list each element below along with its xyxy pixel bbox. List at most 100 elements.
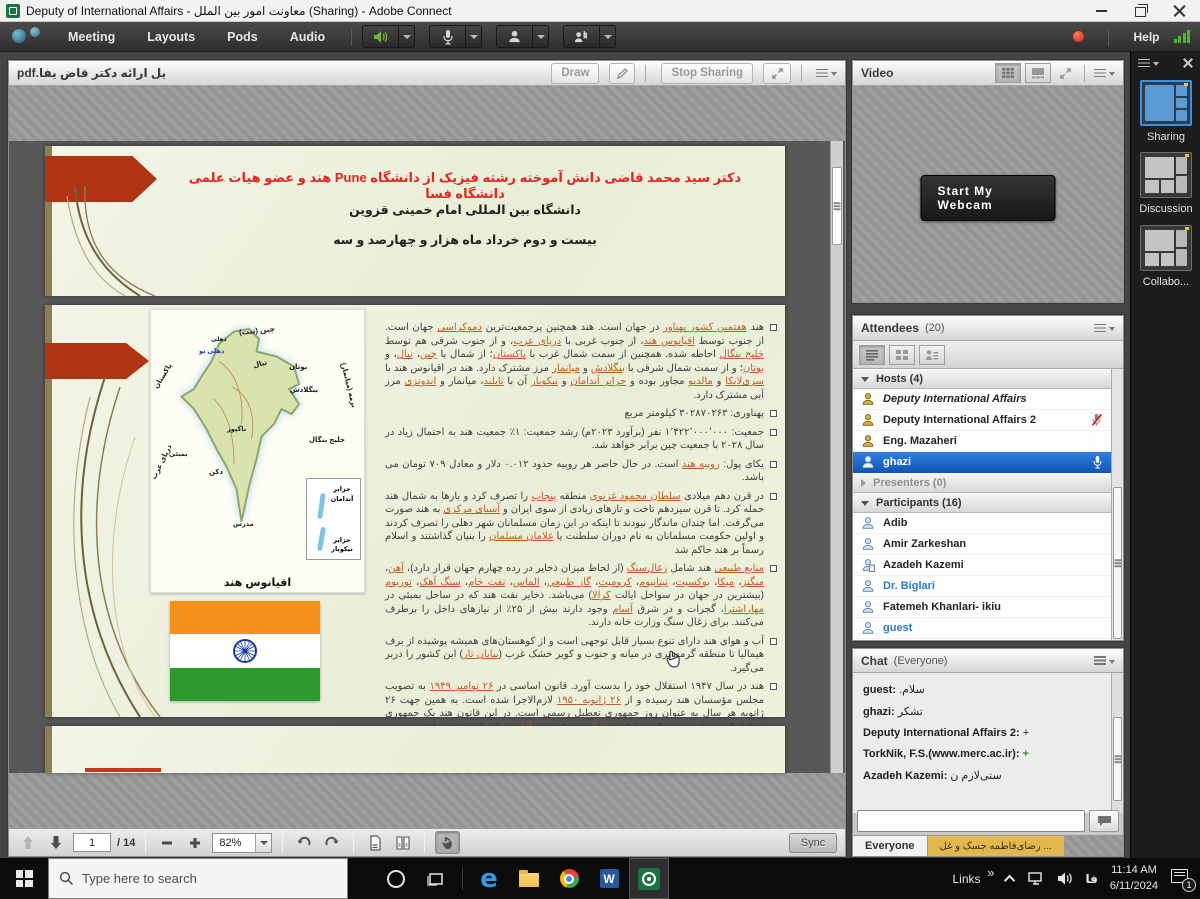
layout-bar-menu[interactable] [1138,60,1159,66]
raise-hand-button[interactable] [563,25,600,48]
adobe-connect-taskbar-icon[interactable] [629,858,669,899]
previous-page-button[interactable] [17,832,39,854]
menu-pods[interactable]: Pods [211,22,274,52]
microphone-button[interactable] [429,25,466,48]
video-fullscreen-button[interactable] [1055,67,1075,80]
chat-tab-private[interactable]: ... رضای‌فاطمه جسک و غل [928,836,1065,856]
layout-item-collaboration[interactable]: Collabo... [1131,225,1200,288]
edge-taskbar-icon[interactable]: e [469,858,509,899]
attendee-row[interactable]: Deputy International Affairs [853,389,1111,410]
taskbar-search[interactable]: Type here to search [48,858,348,899]
viewer-scrollbar[interactable] [830,141,843,773]
file-explorer-taskbar-icon[interactable] [509,858,549,899]
chat-scrollbar[interactable] [1111,673,1123,813]
close-button[interactable] [1173,4,1186,17]
attendee-row[interactable]: Fatemeh Khanlari- ikiu [853,597,1111,618]
minimize-button[interactable] [1095,4,1108,17]
raise-hand-dropdown[interactable] [600,25,616,48]
attendee-row[interactable]: Amir Zarkeshan [853,534,1111,555]
filmstrip-view-toggle[interactable] [1025,63,1051,83]
webcam-dropdown[interactable] [533,25,549,48]
chat-input[interactable] [857,810,1085,832]
links-toolbar[interactable]: Links [952,872,994,886]
cortana-button[interactable] [376,858,416,899]
viewer-scrollbar-thumb[interactable] [832,167,842,245]
single-page-view-button[interactable] [364,832,386,854]
attendee-row[interactable]: ghazi [853,452,1111,473]
help-menu[interactable]: Help [1133,30,1159,44]
attendee-breakout-view-button[interactable] [889,345,915,365]
layout-item-discussion[interactable]: Discussion [1131,152,1200,215]
adobe-connect-app-icon [6,4,20,18]
search-icon [59,871,74,886]
speaker-dropdown[interactable] [399,25,415,48]
network-icon[interactable] [1027,871,1045,886]
attendee-row[interactable]: Adib [853,513,1111,534]
mic-muted-icon [1090,413,1103,427]
grid-view-toggle[interactable] [995,63,1021,83]
start-button[interactable] [0,858,48,899]
speaker-button[interactable] [362,25,399,48]
word-taskbar-icon[interactable]: W [589,858,629,899]
zoom-dropdown-arrow[interactable] [255,834,271,852]
zoom-in-button[interactable] [184,832,206,854]
chat-pod-header: Chat (Everyone) [853,649,1123,673]
layout-thumbnail-collaboration[interactable] [1140,225,1192,271]
sync-button[interactable]: Sync [789,833,837,853]
rotate-left-button[interactable] [293,832,315,854]
language-indicator[interactable]: فا [1086,872,1098,886]
zoom-out-button[interactable] [156,832,178,854]
connection-status-icon[interactable] [1174,30,1191,43]
menu-audio[interactable]: Audio [274,22,341,52]
microphone-dropdown[interactable] [466,25,482,48]
task-view-button[interactable] [416,858,456,899]
start-webcam-button[interactable]: Start My Webcam [921,175,1056,221]
two-page-view-button[interactable] [392,832,414,854]
stop-sharing-button[interactable]: Stop Sharing [661,63,753,84]
chat-scrollbar-thumb[interactable] [1113,717,1122,801]
layout-thumbnail-discussion[interactable] [1140,152,1192,198]
attendee-row[interactable]: Dr. Biglari [853,576,1111,597]
chat-pod-title: Chat [861,654,888,668]
attendee-row[interactable]: Eng. Mazaheri [853,431,1111,452]
pointer-tool-button[interactable] [609,63,635,84]
layout-item-sharing[interactable]: Sharing [1131,80,1200,143]
draw-button[interactable]: Draw [551,63,599,84]
layout-bar-close-icon[interactable] [1183,58,1193,68]
webcam-button[interactable] [496,25,533,48]
attendees-pod-menu[interactable] [1094,325,1115,331]
attendee-group-header[interactable]: Presenters (0) [853,473,1111,493]
zoom-level-select[interactable]: 82% [212,833,272,853]
chat-send-button[interactable] [1089,810,1119,832]
attendee-list-view-button[interactable] [859,345,885,365]
attendee-status-view-button[interactable] [919,345,945,365]
volume-icon[interactable] [1057,871,1074,886]
attendee-group-header[interactable]: Hosts (4) [853,369,1111,389]
next-page-button[interactable] [45,832,67,854]
action-center-button[interactable]: 1 [1170,869,1192,889]
attendee-row[interactable]: guest [853,618,1111,639]
attendees-scrollbar-thumb[interactable] [1113,487,1122,639]
taskbar-clock[interactable]: 11:14 AM 6/11/2024 [1110,863,1158,894]
share-pod-menu[interactable] [816,70,837,76]
page-number-input[interactable] [73,833,111,852]
attendee-row[interactable]: Azadeh Kazemi [853,555,1111,576]
attendee-row[interactable]: Deputy International Affairs 2 [853,410,1111,431]
menu-meeting[interactable]: Meeting [52,22,131,52]
grid-view-icon [1001,67,1015,79]
restore-button[interactable] [1134,4,1147,17]
hand-tool-button[interactable] [435,831,460,854]
rotate-right-button[interactable] [321,832,343,854]
attendee-group-header[interactable]: Participants (16) [853,493,1111,513]
menu-layouts[interactable]: Layouts [131,22,211,52]
document-viewer[interactable]: دکتر سید محمد قاضی دانش آموخته رشته فیزی… [9,141,845,773]
chat-tab-everyone[interactable]: Everyone [853,836,928,856]
chrome-taskbar-icon[interactable] [549,858,589,899]
video-pod-menu[interactable] [1094,70,1115,76]
fullscreen-button[interactable] [763,63,791,84]
attendee-name: ghazi [883,456,911,468]
chat-pod-menu[interactable] [1094,658,1115,664]
show-hidden-icons-chevron[interactable] [1003,874,1014,885]
layout-thumbnail-sharing[interactable] [1140,80,1192,126]
attendees-scrollbar[interactable] [1111,369,1123,640]
